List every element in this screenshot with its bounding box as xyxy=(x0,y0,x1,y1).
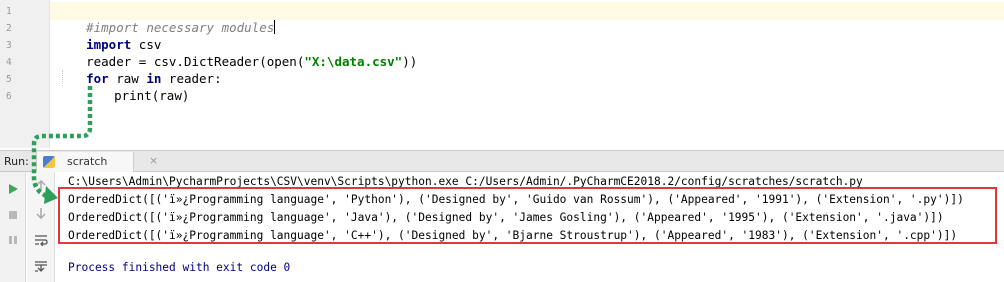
output-highlight-box xyxy=(58,187,997,244)
code-line-4[interactable]: for raw in reader: xyxy=(56,53,222,86)
soft-wrap-icon xyxy=(35,235,48,246)
line-number: 4 xyxy=(6,57,12,68)
soft-wrap-button[interactable] xyxy=(31,230,51,250)
code-line-5[interactable]: print(raw) xyxy=(84,70,189,103)
tab-scratch[interactable]: scratch × xyxy=(36,152,158,172)
code-text: )) xyxy=(402,54,418,69)
indent-guide xyxy=(62,70,63,86)
play-icon xyxy=(9,184,18,194)
pause-icon xyxy=(9,236,17,244)
code-editor[interactable]: 1 2 3 4 5 6 #import necessary modules im… xyxy=(0,0,1004,148)
line-number: 5 xyxy=(6,74,12,85)
line-number-gutter: 1 2 3 4 5 6 xyxy=(0,0,50,148)
code-line-2[interactable]: import csv xyxy=(56,19,161,52)
stop-button[interactable] xyxy=(3,205,23,225)
code-line-1[interactable]: #import necessary modules xyxy=(56,2,276,35)
line-number: 2 xyxy=(6,23,12,34)
tab-label: scratch xyxy=(67,155,108,168)
run-tool-window-header: Run: scratch × xyxy=(0,150,1004,172)
close-icon[interactable]: × xyxy=(149,154,158,167)
code-line-3[interactable]: reader = csv.DictReader(open("X:\data.cs… xyxy=(56,36,417,69)
pause-button[interactable] xyxy=(3,230,23,250)
scroll-to-end-button[interactable] xyxy=(31,256,51,276)
python-file-icon xyxy=(43,156,55,168)
stop-icon xyxy=(9,211,17,219)
up-arrow-icon xyxy=(36,180,46,191)
console-toolbar xyxy=(27,172,55,282)
line-number: 3 xyxy=(6,40,12,51)
up-button[interactable] xyxy=(31,176,51,196)
code-string: "X:\data.csv" xyxy=(304,54,403,69)
down-arrow-icon xyxy=(36,208,46,219)
run-label: Run: xyxy=(4,155,29,168)
rerun-button[interactable] xyxy=(3,179,23,199)
line-number: 6 xyxy=(6,91,12,102)
text-caret xyxy=(274,20,276,34)
code-text: (raw) xyxy=(151,88,190,103)
process-exit-message: Process finished with exit code 0 xyxy=(68,261,291,274)
scroll-to-end-icon xyxy=(35,261,47,272)
down-button[interactable] xyxy=(31,203,51,223)
line-number: 1 xyxy=(6,6,12,17)
run-toolbar xyxy=(0,172,26,282)
code-builtin-call: print xyxy=(114,88,152,103)
